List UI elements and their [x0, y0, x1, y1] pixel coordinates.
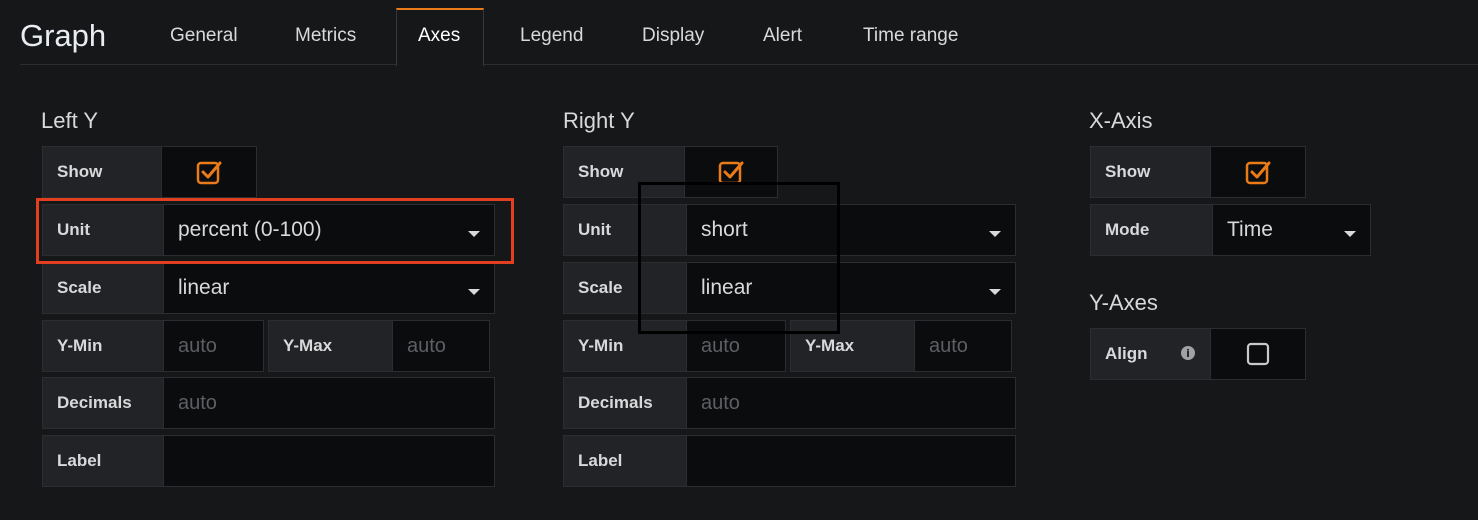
right-y-decimals-input[interactable]: auto [686, 377, 1016, 429]
highlight-annotation-black [638, 182, 840, 334]
panel-title: Graph [20, 18, 107, 53]
checkbox-checked-icon [1245, 161, 1271, 185]
left-y-label-input[interactable] [163, 435, 495, 487]
left-y-scale-label: Scale [42, 262, 164, 314]
chevron-down-icon [1344, 231, 1356, 237]
left-y-show-label: Show [42, 146, 162, 198]
x-axis-show-label: Show [1090, 146, 1211, 198]
tab-legend[interactable]: Legend [520, 25, 583, 47]
right-y-label-input[interactable] [686, 435, 1016, 487]
chevron-down-icon [989, 289, 1001, 295]
tab-metrics[interactable]: Metrics [295, 25, 356, 47]
checkbox-unchecked-icon [1246, 342, 1270, 366]
left-y-ymax-input[interactable]: auto [392, 320, 490, 372]
tab-time-range[interactable]: Time range [863, 25, 958, 47]
left-y-title: Left Y [41, 108, 99, 133]
header-divider [20, 64, 1478, 65]
left-y-ymax-label: Y-Max [268, 320, 394, 372]
left-y-ymin-input[interactable]: auto [163, 320, 264, 372]
chevron-down-icon [468, 289, 480, 295]
highlight-annotation-red [36, 198, 514, 264]
right-y-ymin-placeholder: auto [701, 334, 740, 357]
left-y-scale-select[interactable]: linear [163, 262, 495, 314]
left-y-label-label: Label [42, 435, 164, 487]
left-y-show-checkbox[interactable] [161, 146, 257, 198]
right-y-title: Right Y [563, 108, 635, 133]
y-axes-align-checkbox[interactable] [1210, 328, 1306, 380]
x-axis-mode-value: Time [1227, 218, 1273, 241]
left-y-ymin-placeholder: auto [178, 334, 217, 357]
left-y-scale-value: linear [178, 276, 230, 299]
tab-general[interactable]: General [170, 25, 238, 47]
x-axis-show-checkbox[interactable] [1210, 146, 1306, 198]
x-axis-mode-select[interactable]: Time [1212, 204, 1371, 256]
left-y-ymax-placeholder: auto [407, 334, 446, 357]
tab-display[interactable]: Display [642, 25, 704, 47]
tab-alert[interactable]: Alert [763, 25, 802, 47]
left-y-decimals-input[interactable]: auto [163, 377, 495, 429]
checkbox-checked-icon [196, 161, 222, 185]
x-axis-mode-label: Mode [1090, 204, 1213, 256]
tab-axes[interactable]: Axes [418, 25, 460, 47]
info-icon[interactable]: i [1181, 346, 1195, 360]
right-y-decimals-label: Decimals [563, 377, 687, 429]
chevron-down-icon [989, 231, 1001, 237]
left-y-decimals-label: Decimals [42, 377, 164, 429]
right-y-ymax-placeholder: auto [929, 334, 968, 357]
left-y-decimals-placeholder: auto [178, 391, 217, 414]
right-y-label-label: Label [563, 435, 687, 487]
left-y-ymin-label: Y-Min [42, 320, 164, 372]
right-y-decimals-placeholder: auto [701, 391, 740, 414]
right-y-ymax-input[interactable]: auto [914, 320, 1012, 372]
y-axes-title: Y-Axes [1089, 290, 1158, 315]
x-axis-title: X-Axis [1089, 108, 1153, 133]
